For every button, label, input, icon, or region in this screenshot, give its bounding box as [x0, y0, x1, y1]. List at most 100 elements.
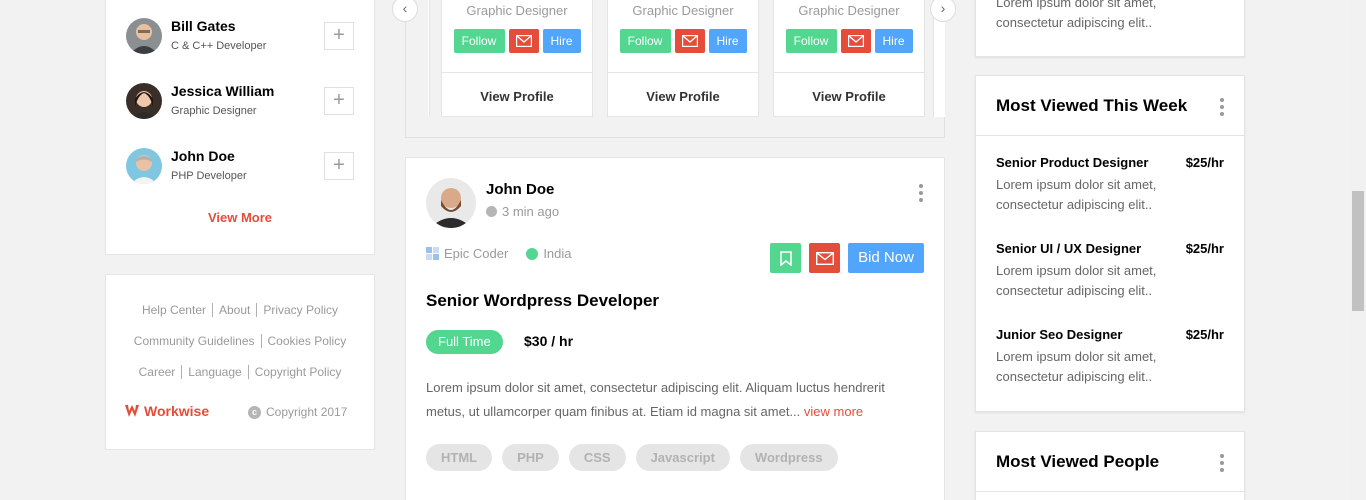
- avatar[interactable]: [126, 148, 162, 184]
- divider: [608, 72, 758, 73]
- divider: [976, 491, 1244, 492]
- plus-icon: +: [333, 89, 345, 111]
- location: India: [526, 246, 572, 261]
- avatar[interactable]: [126, 83, 162, 119]
- suggestion-role: C & C++ Developer: [171, 40, 267, 52]
- hire-button[interactable]: Hire: [874, 29, 913, 53]
- footer-links-row: Career Language Copyright Policy: [106, 365, 374, 379]
- most-viewed-people-card: Most Viewed People: [975, 431, 1245, 500]
- suggestion-item: John Doe PHP Developer +: [126, 148, 356, 188]
- suggestion-name[interactable]: John Doe: [171, 148, 235, 164]
- copyright-text: Copyright 2017: [266, 405, 348, 419]
- profile-actions: Follow Hire: [774, 29, 924, 53]
- job-item-description: Lorem ipsum dolor sit amet, consectetur …: [996, 263, 1157, 298]
- footer-link-language[interactable]: Language: [181, 365, 248, 379]
- avatar[interactable]: [126, 18, 162, 54]
- bookmark-button[interactable]: [770, 243, 801, 273]
- view-profile-link[interactable]: View Profile: [774, 89, 924, 104]
- footer-links-row: Help Center About Privacy Policy: [106, 303, 374, 317]
- footer-link-privacy-policy[interactable]: Privacy Policy: [256, 303, 345, 317]
- right-top-card: Lorem ipsum dolor sit amet, consectetur …: [975, 0, 1245, 57]
- more-icon[interactable]: [919, 184, 923, 202]
- bid-now-button[interactable]: Bid Now: [848, 243, 924, 273]
- job-item: Senior Product Designer $25/hr Lorem ips…: [996, 155, 1224, 215]
- mail-icon: [515, 35, 532, 47]
- add-user-button[interactable]: +: [324, 152, 354, 180]
- section-title: Most Viewed People: [996, 452, 1160, 471]
- company: Epic Coder: [426, 246, 508, 261]
- follow-button[interactable]: Follow: [453, 29, 505, 53]
- footer-link-cookies-policy[interactable]: Cookies Policy: [260, 334, 353, 348]
- view-more-link[interactable]: View More: [106, 210, 374, 225]
- suggestion-item: Jessica William Graphic Designer +: [126, 83, 356, 123]
- footer-link-copyright-policy[interactable]: Copyright Policy: [247, 365, 348, 379]
- suggestion-name[interactable]: Jessica William: [171, 83, 274, 99]
- suggestion-name[interactable]: Bill Gates: [171, 18, 236, 34]
- scrollbar-thumb[interactable]: [1352, 191, 1364, 311]
- post-meta: Epic Coder India: [426, 246, 590, 261]
- skill-tag[interactable]: Wordpress: [739, 444, 838, 471]
- post-actions: Bid Now: [770, 243, 924, 273]
- copyright-icon: c: [248, 405, 261, 419]
- message-button[interactable]: [508, 29, 539, 53]
- add-user-button[interactable]: +: [324, 87, 354, 115]
- footer-link-career[interactable]: Career: [133, 365, 182, 379]
- view-profile-link[interactable]: View Profile: [442, 89, 592, 104]
- job-type-badge: Full Time: [426, 330, 503, 354]
- clock-icon: [486, 206, 497, 217]
- more-icon[interactable]: [1220, 454, 1224, 472]
- skill-tag[interactable]: HTML: [426, 444, 493, 471]
- job-item-rate: $25/hr: [1185, 241, 1224, 256]
- message-button[interactable]: [840, 29, 871, 53]
- view-profile-link[interactable]: View Profile: [608, 89, 758, 104]
- hire-button[interactable]: Hire: [708, 29, 747, 53]
- profile-actions: Follow Hire: [442, 29, 592, 53]
- right-top-description: Lorem ipsum dolor sit amet, consectetur …: [996, 0, 1157, 30]
- message-button[interactable]: [674, 29, 705, 53]
- divider: [976, 135, 1244, 136]
- carousel-prev-button[interactable]: ‹: [392, 0, 418, 22]
- skill-tag[interactable]: Javascript: [635, 444, 730, 471]
- hire-button[interactable]: Hire: [542, 29, 581, 53]
- avatar[interactable]: [426, 178, 476, 228]
- brand[interactable]: Workwise: [124, 403, 209, 419]
- footer-link-about[interactable]: About: [211, 303, 257, 317]
- location-icon: [526, 247, 539, 260]
- job-item: Senior UI / UX Designer $25/hr Lorem ips…: [996, 241, 1224, 301]
- follow-button[interactable]: Follow: [785, 29, 837, 53]
- section-title: Most Viewed This Week: [996, 96, 1188, 115]
- message-button[interactable]: [809, 243, 840, 273]
- job-item: Junior Seo Designer $25/hr Lorem ipsum d…: [996, 327, 1224, 387]
- view-more-link[interactable]: view more: [804, 404, 863, 419]
- job-item-rate: $25/hr: [1185, 327, 1224, 342]
- workwise-logo: [125, 405, 139, 417]
- divider: [774, 72, 924, 73]
- suggestion-item: Bill Gates C & C++ Developer +: [126, 18, 356, 58]
- skill-tag[interactable]: CSS: [568, 444, 626, 471]
- plus-icon: +: [333, 154, 345, 176]
- job-item-rate: $25/hr: [1185, 155, 1224, 170]
- job-rate: $30 / hr: [524, 333, 574, 349]
- profile-role: Graphic Designer: [466, 3, 568, 18]
- post-time-text: 3 min ago: [502, 204, 560, 219]
- skill-tags: HTML PHP CSS Javascript Wordpress: [426, 444, 838, 471]
- profile-card: Graphic Designer Follow Hire View Profil…: [773, 0, 925, 117]
- chevron-left-icon: ‹: [402, 0, 408, 16]
- footer-link-help-center[interactable]: Help Center: [136, 303, 212, 317]
- plus-icon: +: [333, 24, 345, 46]
- profile-role: Graphic Designer: [798, 3, 900, 18]
- brand-name: Workwise: [144, 403, 210, 419]
- footer-links-card: Help Center About Privacy Policy Community…: [105, 274, 375, 450]
- more-icon[interactable]: [1220, 98, 1224, 116]
- add-user-button[interactable]: +: [324, 22, 354, 50]
- job-description: Lorem ipsum dolor sit amet, consectetur …: [426, 376, 926, 424]
- profile-carousel: Graphic Designer Follow Hire View Profil…: [392, 0, 956, 138]
- job-title[interactable]: Senior Wordpress Developer: [426, 291, 659, 311]
- post-author-name[interactable]: John Doe: [486, 181, 554, 198]
- carousel-next-button[interactable]: ›: [930, 0, 956, 22]
- footer-link-community-guidelines[interactable]: Community Guidelines: [128, 334, 261, 348]
- skill-tag[interactable]: PHP: [502, 444, 559, 471]
- follow-button[interactable]: Follow: [619, 29, 671, 53]
- job-post-card: John Doe 3 min ago Epic Coder India Bid …: [405, 157, 945, 500]
- mail-icon: [681, 35, 698, 47]
